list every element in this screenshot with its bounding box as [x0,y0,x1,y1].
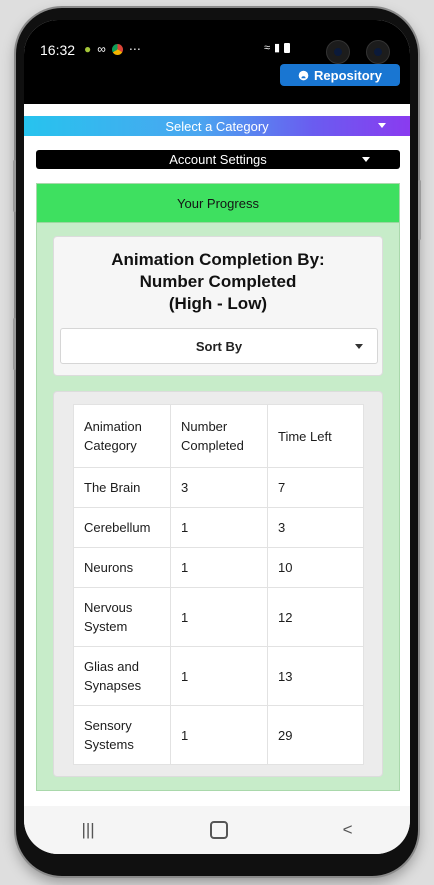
phone-screen: 16:32 ● ∞ ⋯ ≈ ▮ Repository Select a Cate… [24,20,410,854]
sort-card: Animation Completion By: Number Complete… [53,236,383,376]
repository-button[interactable]: Repository [280,64,400,86]
table-row: Nervous System 1 12 [73,587,364,647]
account-select-value: Account Settings [169,152,267,167]
front-camera-icon [326,40,350,64]
cell-time-left: 12 [267,587,364,647]
cell-number: 1 [170,547,268,588]
progress-heading: Your Progress [37,184,399,223]
power-button [418,180,421,240]
table-row: Neurons 1 10 [73,547,364,588]
chevron-down-icon [355,344,363,349]
page-content: Select a Category Account Settings Your … [24,104,410,806]
github-icon [298,70,309,80]
sort-by-label: Sort By [195,338,243,354]
android-icon: ● [84,42,92,56]
header-category[interactable]: Animation Category [73,404,171,468]
cell-number: 1 [170,587,268,647]
back-icon[interactable]: < [343,820,353,840]
cell-category: Glias and Synapses [73,646,171,706]
recents-icon[interactable]: ||| [81,820,94,840]
header-time-left[interactable]: Time Left [267,404,364,468]
wifi-icon: ≈ [264,41,271,54]
cell-time-left: 13 [267,646,364,706]
cell-category: Cerebellum [73,507,171,548]
chrome-icon [111,43,123,55]
cell-number: 1 [170,646,268,706]
completion-title: Animation Completion By: Number Complete… [54,249,382,315]
system-icons: ≈ ▮ [264,41,291,54]
repository-label: Repository [314,67,382,83]
title-line-3: (High - Low) [168,294,268,313]
bixby-button [13,318,16,370]
signal-icon: ▮ [274,42,281,54]
header-number[interactable]: Number Completed [170,404,268,468]
cell-time-left: 10 [267,547,364,588]
link-icon: ∞ [97,42,106,56]
notification-icons: ● ∞ ⋯ [84,42,141,56]
chevron-down-icon [378,123,386,128]
front-camera-secondary-icon [366,40,390,64]
category-select[interactable]: Select a Category [24,116,410,136]
cell-number: 1 [170,705,268,765]
table-card: Animation Category Number Completed Time… [53,391,383,777]
cell-category: Sensory Systems [73,705,171,765]
title-line-1: Animation Completion By: [111,250,325,269]
sort-by-select[interactable]: Sort By [60,328,378,364]
home-icon[interactable] [209,821,228,839]
table-row: Glias and Synapses 1 13 [73,646,364,706]
status-time: 16:32 [40,42,76,58]
status-bar: 16:32 ● ∞ ⋯ ≈ ▮ Repository [24,20,410,104]
cell-number: 1 [170,507,268,548]
category-select-value: Select a Category [165,118,269,134]
table-row: Sensory Systems 1 29 [73,705,364,765]
cell-time-left: 3 [267,507,364,548]
cell-category: The Brain [73,467,171,508]
battery-icon [284,42,291,53]
title-line-2: Number Completed [139,272,297,291]
chevron-down-icon [362,157,370,162]
table-header-row: Animation Category Number Completed Time… [73,404,364,468]
account-settings-select[interactable]: Account Settings [36,150,400,169]
android-nav-bar: ||| < [24,806,410,854]
progress-panel: Your Progress Animation Completion By: N… [36,183,400,791]
cell-number: 3 [170,467,268,508]
completion-table: Animation Category Number Completed Time… [73,404,364,765]
cell-category: Neurons [73,547,171,588]
cell-time-left: 29 [267,705,364,765]
more-icon: ⋯ [128,42,141,56]
volume-button [13,160,16,212]
table-row: The Brain 3 7 [73,467,364,508]
cell-category: Nervous System [73,587,171,647]
table-row: Cerebellum 1 3 [73,507,364,548]
cell-time-left: 7 [267,467,364,508]
